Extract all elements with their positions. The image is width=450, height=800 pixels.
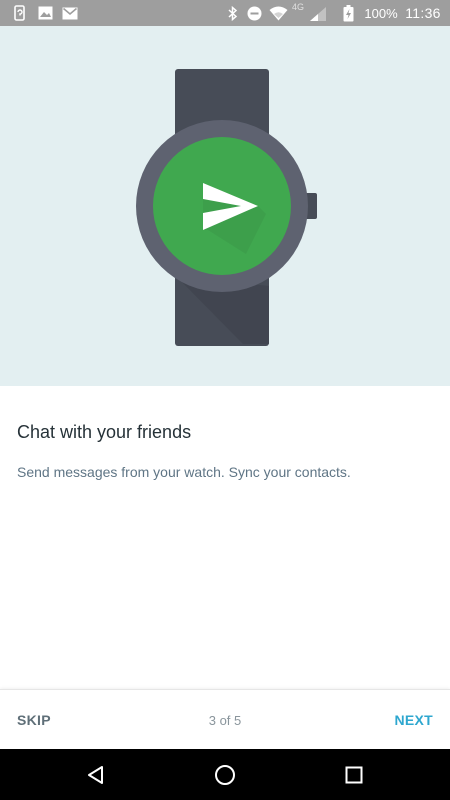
wifi-icon [267,0,289,26]
phone-sync-icon [10,0,30,26]
page-title: Chat with your friends [17,422,192,442]
cell-signal-icon: 4G [292,0,332,26]
next-button[interactable]: NEXT [394,712,433,728]
onboarding-footer: SKIP 3 of 5 NEXT [0,689,450,750]
battery-percent: 100% [364,5,398,21]
network-type-label: 4G [292,2,305,12]
recents-icon[interactable] [324,749,384,800]
status-bar: 4G 100% 11:36 [0,0,450,26]
bluetooth-icon [226,0,240,26]
hero-illustration [0,26,450,386]
back-icon[interactable] [66,749,126,800]
home-icon[interactable] [195,749,255,800]
gallery-icon [36,0,54,26]
page-description: Send messages from your watch. Sync your… [17,464,351,480]
do-not-disturb-icon [245,0,263,26]
onboarding-content: Chat with your friends Send messages fro… [0,386,450,689]
system-navigation-bar [0,749,450,800]
clock: 11:36 [405,5,441,21]
page-indicator: 3 of 5 [208,713,242,728]
smartwatch-send-icon [136,69,317,346]
battery-charging-icon [340,0,356,26]
gmail-icon [60,0,80,26]
